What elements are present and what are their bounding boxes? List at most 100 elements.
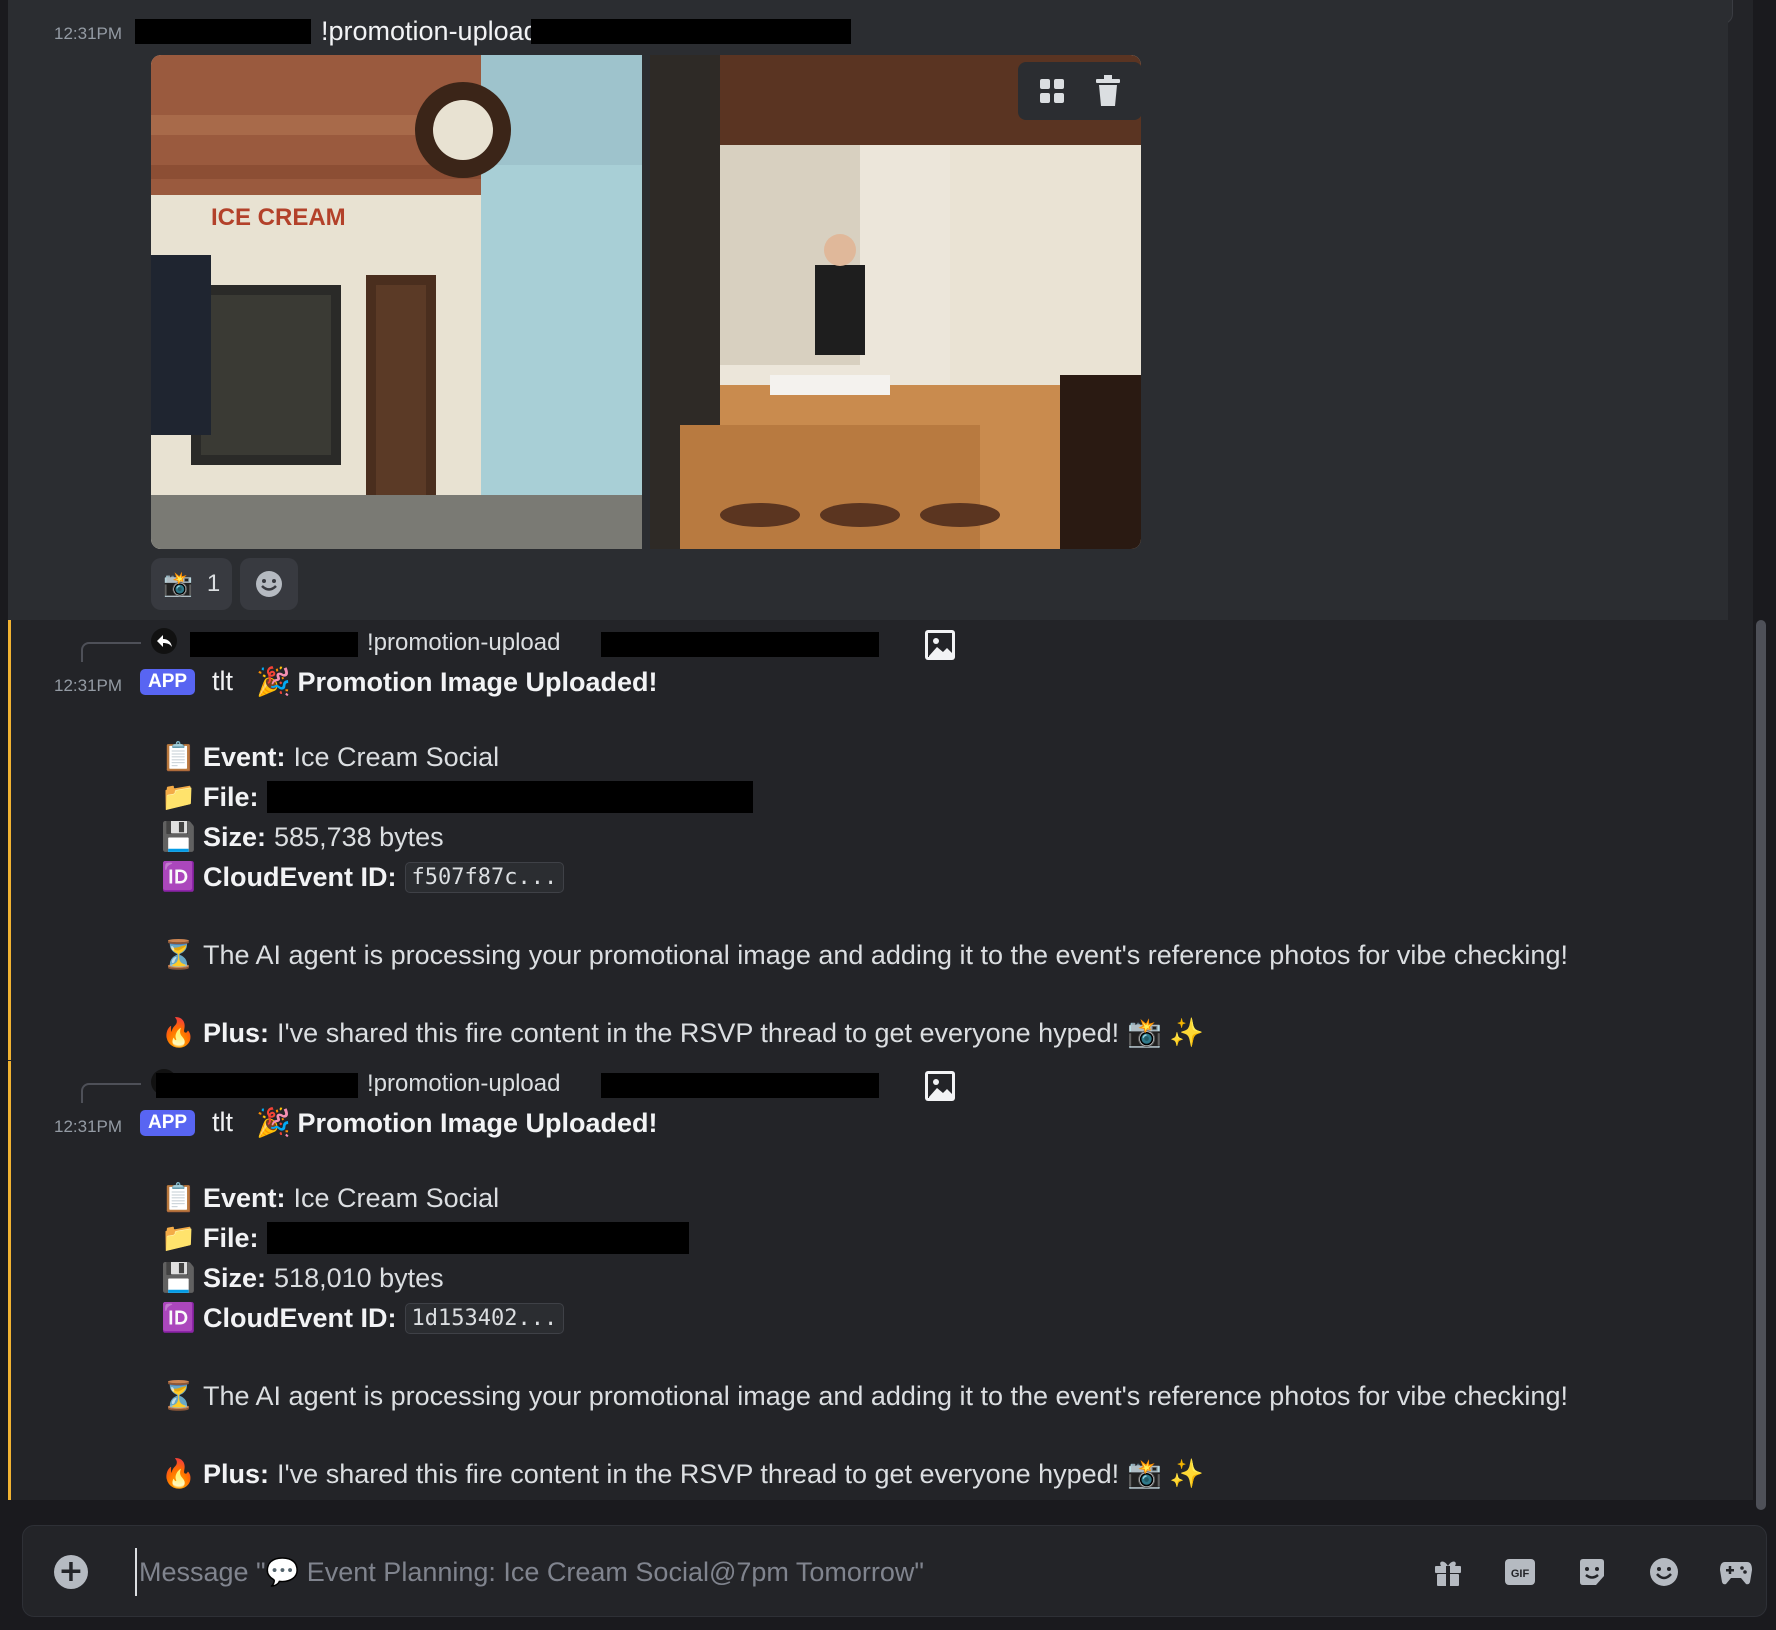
image-icon	[925, 1071, 955, 1101]
reply-connector	[81, 1083, 141, 1103]
user-message: 12:31PM !promotion-upload ICE CREAM 📸 1	[8, 0, 1728, 620]
plus-circle-icon[interactable]: +	[54, 1555, 88, 1589]
cloudevent-label: CloudEvent ID:	[203, 861, 397, 892]
message-timestamp: 12:31PM	[54, 1117, 123, 1136]
fire-icon: 🔥	[161, 1017, 196, 1048]
processing-line: ⏳ The AI agent is processing your promot…	[161, 1379, 1568, 1413]
event-value: Ice Cream Social	[293, 1182, 500, 1213]
bot-username[interactable]: tlt	[212, 1107, 233, 1138]
headline-text: Promotion Image Uploaded!	[297, 667, 658, 697]
cloudevent-line: 🆔 CloudEvent ID: f507f87c...	[161, 860, 565, 894]
image-actions	[1018, 62, 1142, 120]
reply-command[interactable]: !promotion-upload	[367, 629, 560, 657]
image-gallery: ICE CREAM	[151, 55, 1150, 549]
camera-flash-icon: 📸	[1127, 1017, 1163, 1048]
app-badge: APP	[140, 669, 196, 695]
bot-username[interactable]: tlt	[212, 666, 233, 697]
reaction-camera[interactable]: 📸 1	[151, 558, 233, 610]
message-headline: 🎉 Promotion Image Uploaded!	[256, 1106, 658, 1140]
message-timestamp: 12:31PM	[54, 24, 123, 43]
redacted-text	[531, 19, 851, 44]
reactions-bar: 📸 1	[151, 558, 299, 610]
emoji-icon	[256, 571, 283, 597]
processing-text: The AI agent is processing your promotio…	[203, 939, 1568, 970]
cafe-interior-photo[interactable]	[650, 55, 1141, 549]
message-list: 12:31PM !promotion-upload ICE CREAM 📸 1 …	[8, 0, 1753, 1500]
redacted-text	[601, 1073, 879, 1098]
processing-line: ⏳ The AI agent is processing your promot…	[161, 938, 1568, 972]
redacted-text	[601, 632, 879, 657]
emoji-icon[interactable]	[1642, 1550, 1686, 1594]
event-label: Event:	[203, 1182, 286, 1213]
bot-message: !promotion-upload 12:31PM APP tlt 🎉 Prom…	[8, 1061, 1753, 1500]
file-line: 📁 File:	[161, 1221, 689, 1255]
message-input[interactable]	[135, 1548, 1335, 1596]
apps-icon[interactable]	[1030, 69, 1074, 113]
plus-text: I've shared this fire content in the RSV…	[277, 1458, 1120, 1489]
add-reaction-button[interactable]	[240, 558, 299, 610]
size-value: 585,738 bytes	[274, 821, 444, 852]
redacted-username	[156, 1073, 358, 1098]
gift-icon[interactable]	[1426, 1550, 1470, 1594]
floppy-disk-icon: 💾	[161, 821, 196, 852]
svg-text:GIF: GIF	[1511, 1568, 1530, 1580]
id-icon: 🆔	[161, 1302, 196, 1333]
headline-text: Promotion Image Uploaded!	[297, 1108, 658, 1138]
trash-icon[interactable]	[1086, 69, 1130, 113]
event-label: Event:	[203, 741, 286, 772]
folder-icon: 📁	[161, 1222, 196, 1253]
message-composer: + GIF	[22, 1525, 1767, 1617]
redacted-filename	[266, 781, 753, 813]
redacted-username	[135, 19, 311, 44]
size-line: 💾 Size: 585,738 bytes	[161, 820, 444, 854]
reply-connector	[81, 642, 141, 662]
folder-icon: 📁	[161, 781, 196, 812]
redacted-filename	[266, 1222, 689, 1254]
plus-line: 🔥 Plus: I've shared this fire content in…	[161, 1457, 1205, 1491]
cloudevent-line: 🆔 CloudEvent ID: 1d153402...	[161, 1301, 565, 1335]
plus-label: Plus:	[203, 1458, 270, 1489]
sparkles-icon: ✨	[1169, 1017, 1205, 1048]
plus-label: Plus:	[203, 1017, 270, 1048]
sparkles-icon: ✨	[1169, 1458, 1205, 1489]
fire-icon: 🔥	[161, 1458, 196, 1489]
hourglass-icon: ⏳	[161, 1380, 196, 1411]
plus-text: I've shared this fire content in the RSV…	[277, 1017, 1120, 1048]
gamepad-icon[interactable]	[1714, 1550, 1758, 1594]
ice-cream-shop-photo[interactable]: ICE CREAM	[151, 55, 642, 549]
camera-flash-icon: 📸	[1127, 1458, 1163, 1489]
clipboard-icon: 📋	[161, 741, 196, 772]
processing-text: The AI agent is processing your promotio…	[203, 1380, 1568, 1411]
camera-flash-icon: 📸	[163, 570, 193, 598]
sticker-icon[interactable]	[1570, 1550, 1614, 1594]
cloudevent-id: f507f87c...	[404, 861, 565, 893]
image-icon	[925, 630, 955, 660]
reply-command[interactable]: !promotion-upload	[367, 1070, 560, 1098]
size-label: Size:	[203, 821, 267, 852]
reply-icon	[151, 628, 177, 654]
bot-message: !promotion-upload 12:31PM APP tlt 🎉 Prom…	[8, 620, 1753, 1060]
composer-actions: GIF	[1426, 1550, 1758, 1594]
hourglass-icon: ⏳	[161, 939, 196, 970]
plus-line: 🔥 Plus: I've shared this fire content in…	[161, 1016, 1205, 1050]
discord-window: 12:31PM !promotion-upload ICE CREAM 📸 1 …	[0, 0, 1776, 1630]
event-line: 📋 Event: Ice Cream Social	[161, 1181, 499, 1215]
redacted-username	[190, 632, 358, 657]
app-badge: APP	[140, 1110, 196, 1136]
file-line: 📁 File:	[161, 780, 753, 814]
cloudevent-id: 1d153402...	[404, 1302, 565, 1334]
size-label: Size:	[203, 1262, 267, 1293]
reaction-count: 1	[206, 570, 221, 597]
svg-text:ICE CREAM: ICE CREAM	[211, 204, 346, 231]
cloudevent-label: CloudEvent ID:	[203, 1302, 397, 1333]
size-line: 💾 Size: 518,010 bytes	[161, 1261, 444, 1295]
party-popper-icon: 🎉	[256, 666, 291, 697]
id-icon: 🆔	[161, 861, 196, 892]
clipboard-icon: 📋	[161, 1182, 196, 1213]
command-text: !promotion-upload	[321, 16, 539, 46]
event-value: Ice Cream Social	[293, 741, 500, 772]
floppy-disk-icon: 💾	[161, 1262, 196, 1293]
scrollbar[interactable]	[1756, 620, 1766, 1510]
event-line: 📋 Event: Ice Cream Social	[161, 740, 499, 774]
gif-icon[interactable]: GIF	[1498, 1550, 1542, 1594]
